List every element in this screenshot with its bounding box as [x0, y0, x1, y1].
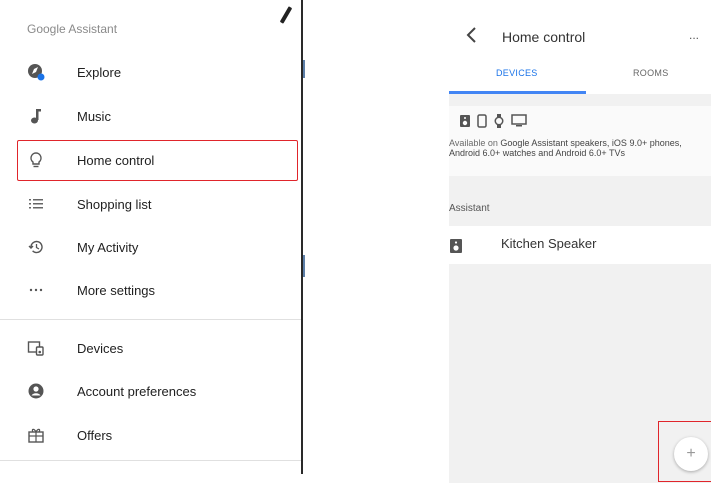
selection-highlight-box [17, 140, 298, 181]
account-circle-icon [27, 382, 45, 400]
back-arrow-icon [466, 27, 476, 43]
availability-prefix: Available on [449, 138, 501, 148]
drawer-edge-shadow [303, 255, 305, 277]
section-label-assistant: Assistant [449, 203, 490, 214]
navigation-drawer: Google Assistant Explore Music Home cont… [0, 0, 302, 474]
tv-icon [511, 114, 527, 127]
tab-indicator [449, 91, 586, 94]
back-button[interactable] [461, 24, 483, 46]
page-title: Home control [502, 29, 586, 45]
availability-panel: Available on Google Assistant speakers, … [449, 106, 711, 176]
watch-icon [494, 114, 504, 128]
drawer-edge-shadow [303, 60, 305, 78]
overflow-menu-button[interactable]: ... [689, 28, 699, 42]
music-note-icon [27, 107, 45, 125]
drawer-item-devices[interactable]: Devices [0, 330, 300, 366]
drawer-divider [0, 319, 301, 320]
device-row-kitchen-speaker[interactable]: Kitchen Speaker [449, 226, 711, 264]
drawer-item-my-activity[interactable]: My Activity [0, 229, 300, 265]
tab-rooms[interactable]: ROOMS [633, 68, 669, 78]
list-icon [27, 195, 45, 213]
supported-device-icons [459, 114, 527, 128]
device-name: Kitchen Speaker [501, 236, 597, 251]
phone-icon [477, 114, 487, 128]
speaker-icon [450, 239, 462, 253]
drawer-item-label: My Activity [77, 239, 139, 255]
home-control-screen: Home control ... DEVICES ROOMS Available… [449, 16, 711, 483]
app-bar: Home control ... DEVICES ROOMS [449, 16, 711, 94]
drawer-item-shopping-list[interactable]: Shopping list [0, 186, 300, 222]
explore-icon [27, 63, 45, 81]
drawer-item-offers[interactable]: Offers [0, 417, 300, 453]
drawer-item-label: Explore [77, 64, 122, 80]
speaker-icon [460, 115, 470, 127]
drawer-title: Google Assistant [27, 22, 118, 36]
history-icon [27, 238, 45, 256]
gift-icon [27, 426, 45, 444]
drawer-item-account-preferences[interactable]: Account preferences [0, 373, 300, 409]
drawer-item-label: Shopping list [77, 196, 152, 212]
drawer-divider [0, 460, 301, 461]
drawer-item-explore[interactable]: Explore [0, 54, 300, 90]
tab-devices[interactable]: DEVICES [496, 68, 538, 78]
drawer-item-more-settings[interactable]: More settings [0, 272, 300, 308]
drawer-item-label: Offers [77, 427, 113, 443]
more-dots-icon [27, 281, 45, 299]
drawer-item-label: Music [77, 108, 111, 124]
drawer-item-label: More settings [77, 282, 156, 298]
devices-icon [27, 339, 45, 357]
availability-text: Available on Google Assistant speakers, … [449, 138, 711, 164]
drawer-item-music[interactable]: Music [0, 98, 300, 134]
drawer-item-label: Devices [77, 340, 124, 356]
drawer-item-label: Account preferences [77, 383, 197, 399]
add-device-fab[interactable]: + [674, 437, 708, 471]
